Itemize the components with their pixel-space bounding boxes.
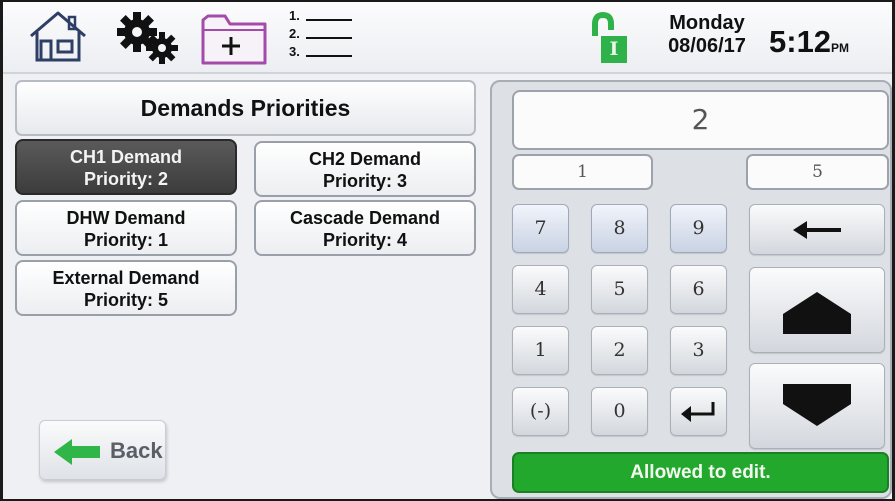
demand-priority: Priority: 1 bbox=[83, 230, 169, 250]
decrement-button[interactable] bbox=[749, 363, 885, 449]
top-bar: 1. 2. 3. I Monday 08/06/17 5:12PM bbox=[3, 2, 892, 74]
dhw-demand-button[interactable]: DHW Demand Priority: 1 bbox=[15, 200, 237, 256]
key-5[interactable]: 5 bbox=[591, 265, 648, 314]
list-number-1: 1. bbox=[289, 8, 300, 23]
date-block: Monday 08/06/17 bbox=[647, 12, 767, 58]
demand-name: CH1 Demand bbox=[69, 147, 183, 167]
max-value: 5 bbox=[746, 154, 889, 190]
key-2[interactable]: 2 bbox=[591, 326, 648, 375]
min-value: 1 bbox=[512, 154, 653, 190]
ch1-demand-button[interactable]: CH1 Demand Priority: 2 bbox=[15, 139, 237, 195]
back-arrow-icon bbox=[54, 439, 100, 465]
increment-arrow-icon bbox=[783, 292, 851, 334]
cascade-demand-button[interactable]: Cascade Demand Priority: 4 bbox=[254, 200, 476, 256]
demand-priority: Priority: 5 bbox=[83, 290, 169, 310]
back-button[interactable]: Back bbox=[39, 420, 166, 480]
key-4[interactable]: 4 bbox=[512, 265, 569, 314]
increment-button[interactable] bbox=[749, 267, 885, 353]
key-negative[interactable]: (-) bbox=[512, 387, 569, 436]
demand-priority: Priority: 4 bbox=[322, 230, 408, 250]
key-3[interactable]: 3 bbox=[670, 326, 727, 375]
list-line bbox=[306, 19, 352, 21]
demand-priority: Priority: 3 bbox=[322, 171, 408, 191]
ch2-demand-button[interactable]: CH2 Demand Priority: 3 bbox=[254, 141, 476, 197]
time-label: 5:12 bbox=[769, 24, 832, 59]
unlocked-padlock-icon: I bbox=[589, 12, 629, 64]
backspace-key[interactable] bbox=[749, 204, 885, 255]
key-9[interactable]: 9 bbox=[670, 204, 727, 253]
key-7[interactable]: 7 bbox=[512, 204, 569, 253]
demand-name: DHW Demand bbox=[66, 208, 186, 228]
day-label: Monday bbox=[669, 12, 745, 34]
list-line bbox=[306, 37, 352, 39]
value-display: 2 bbox=[512, 90, 889, 150]
folder-add-icon[interactable] bbox=[200, 10, 268, 66]
enter-key[interactable] bbox=[670, 387, 727, 436]
list-line bbox=[306, 55, 352, 57]
external-demand-button[interactable]: External Demand Priority: 5 bbox=[15, 260, 237, 316]
key-0[interactable]: 0 bbox=[591, 387, 648, 436]
demand-name: CH2 Demand bbox=[308, 149, 422, 169]
demand-priority: Priority: 2 bbox=[83, 169, 169, 189]
gears-icon[interactable] bbox=[115, 10, 185, 66]
list-number-2: 2. bbox=[289, 26, 300, 41]
key-8[interactable]: 8 bbox=[591, 204, 648, 253]
home-icon[interactable] bbox=[25, 8, 91, 66]
back-label: Back bbox=[110, 438, 163, 463]
keypad-panel: 2 1 5 7 8 9 4 5 6 1 2 3 (-) 0 Allowed to… bbox=[490, 80, 892, 499]
decrement-arrow-icon bbox=[783, 384, 851, 426]
backspace-arrow-icon bbox=[793, 221, 841, 239]
list-number-3: 3. bbox=[289, 44, 300, 59]
screen: 1. 2. 3. I Monday 08/06/17 5:12PM Demand… bbox=[3, 2, 892, 499]
padlock-label: I bbox=[609, 38, 619, 60]
ampm-label: PM bbox=[831, 41, 850, 55]
demand-name: External Demand bbox=[52, 268, 200, 288]
demand-name: Cascade Demand bbox=[289, 208, 441, 228]
key-6[interactable]: 6 bbox=[670, 265, 727, 314]
page-title: Demands Priorities bbox=[15, 80, 476, 136]
status-bar: Allowed to edit. bbox=[512, 452, 889, 493]
date-label: 08/06/17 bbox=[668, 35, 746, 57]
numbered-list-icon[interactable]: 1. 2. 3. bbox=[289, 8, 359, 68]
key-1[interactable]: 1 bbox=[512, 326, 569, 375]
enter-icon bbox=[680, 402, 714, 422]
time-block: 5:12PM bbox=[769, 24, 849, 60]
